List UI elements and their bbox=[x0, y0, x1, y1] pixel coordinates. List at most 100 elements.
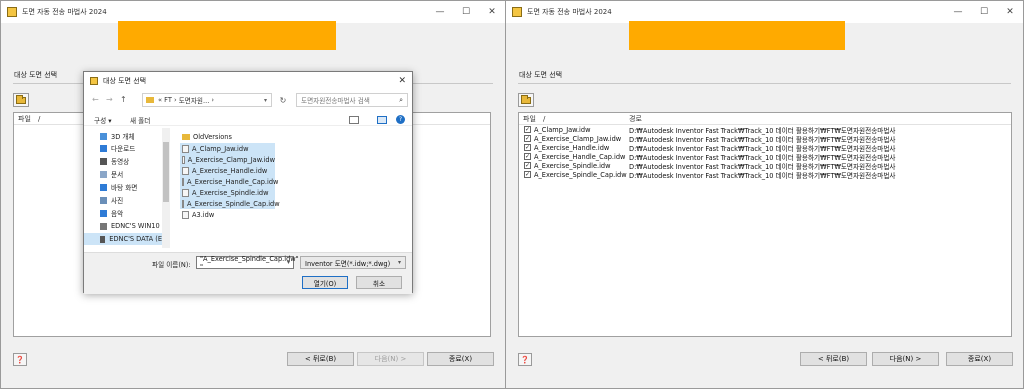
breadcrumb-folder[interactable]: 도면자원... bbox=[179, 95, 210, 105]
file-item[interactable]: A3.idw bbox=[180, 209, 214, 220]
idw-file-icon bbox=[182, 155, 185, 164]
nav-item-drive-e[interactable]: EDNC'S DATA (E bbox=[84, 233, 162, 245]
file-item[interactable]: A_Exercise_Handle.idw bbox=[180, 165, 275, 176]
nav-item-downloads[interactable]: 다운로드 bbox=[100, 142, 135, 154]
row-file-name: A_Clamp_Jaw.idw bbox=[534, 125, 591, 134]
filetype-select[interactable]: Inventor 도면(*.idw;*.dwg) ▾ bbox=[300, 256, 406, 269]
search-input[interactable]: 도면자원전송마법사 검색 ⌕ bbox=[296, 93, 408, 107]
refresh-icon[interactable]: ↻ bbox=[276, 94, 290, 107]
file-name: A_Exercise_Spindle_Cap.idw bbox=[187, 199, 280, 208]
nav-item-label: 다운로드 bbox=[111, 145, 136, 153]
search-icon: ⌕ bbox=[399, 95, 403, 104]
nav-item-music[interactable]: 음악 bbox=[100, 207, 123, 219]
breadcrumb-sep: › bbox=[173, 96, 177, 104]
back-button[interactable]: < 뒤로(B) bbox=[287, 352, 354, 366]
idw-file-icon bbox=[182, 144, 189, 153]
up-arrow-icon[interactable]: ↑ bbox=[120, 95, 127, 104]
filename-input[interactable]: "A_Exercise_Spindle_Cap.idw" " ▾ bbox=[196, 255, 299, 271]
section-label: 대상 도면 선택 bbox=[519, 71, 563, 79]
nav-item-label: 음악 bbox=[111, 210, 124, 218]
window-title: 도면 자동 전송 마법사 2024 bbox=[527, 8, 612, 16]
new-folder-button[interactable]: 새 폴더 bbox=[130, 115, 150, 125]
nav-item-label: 동영상 bbox=[111, 158, 130, 166]
close-icon[interactable]: ✕ bbox=[479, 1, 505, 23]
title-bar: 도면 자동 전송 마법사 2024 — ☐ ✕ bbox=[1, 1, 505, 23]
nav-item-documents[interactable]: 문서 bbox=[100, 168, 123, 180]
next-button[interactable]: 다음(N) > bbox=[872, 352, 939, 366]
scrollbar-thumb[interactable] bbox=[163, 142, 169, 202]
open-files-button[interactable] bbox=[518, 93, 534, 107]
help-button[interactable]: ❓ bbox=[518, 353, 532, 366]
file-name: A_Exercise_Spindle.idw bbox=[192, 188, 269, 197]
drive-icon bbox=[100, 235, 106, 243]
cancel-button[interactable]: 취소 bbox=[356, 276, 402, 289]
chevron-down-icon[interactable]: ▾ bbox=[287, 259, 290, 266]
document-icon bbox=[100, 170, 107, 178]
file-item[interactable]: A_Exercise_Spindle.idw bbox=[180, 187, 275, 198]
row-file-name: A_Exercise_Handle_Cap.idw bbox=[534, 152, 626, 161]
column-path[interactable]: 경로 bbox=[629, 114, 642, 124]
nav-item-pictures[interactable]: 사진 bbox=[100, 194, 123, 206]
wizard-window-right: 도면 자동 전송 마법사 2024 — ☐ ✕ 대상 도면 선택 파일 / 경로… bbox=[505, 0, 1024, 389]
idw-file-icon bbox=[182, 166, 189, 175]
desktop-icon bbox=[100, 183, 107, 191]
file-name: OldVersions bbox=[193, 132, 232, 141]
file-item[interactable]: A_Exercise_Clamp_Jaw.idw bbox=[180, 154, 275, 165]
file-item[interactable]: A_Clamp_Jaw.idw bbox=[180, 143, 275, 154]
nav-item-label: 사진 bbox=[111, 197, 124, 205]
close-button[interactable]: 종료(X) bbox=[427, 352, 494, 366]
header-banner bbox=[118, 21, 336, 50]
file-item[interactable]: A_Exercise_Spindle_Cap.idw bbox=[180, 198, 280, 209]
filename-value: "A_Exercise_Spindle_Cap.idw" " bbox=[200, 254, 299, 271]
nav-item-videos[interactable]: 동영상 bbox=[100, 155, 129, 167]
drive-icon bbox=[100, 222, 107, 230]
file-item[interactable]: A_Exercise_Handle_Cap.idw bbox=[180, 176, 278, 187]
nav-item-desktop[interactable]: 바탕 화면 bbox=[100, 181, 137, 193]
chevron-down-icon: ▾ bbox=[397, 259, 401, 266]
back-arrow-icon[interactable]: ← bbox=[92, 95, 99, 104]
close-button[interactable]: 종료(X) bbox=[946, 352, 1013, 366]
window-title: 도면 자동 전송 마법사 2024 bbox=[22, 8, 107, 16]
back-button[interactable]: < 뒤로(B) bbox=[800, 352, 867, 366]
dialog-close-icon[interactable]: ✕ bbox=[398, 76, 406, 86]
breadcrumb-sep: › bbox=[211, 96, 215, 104]
help-button[interactable]: ❓ bbox=[13, 353, 27, 366]
view-options-icon[interactable] bbox=[349, 116, 359, 124]
file-item[interactable]: OldVersions bbox=[180, 131, 232, 142]
nav-scrollbar[interactable] bbox=[162, 128, 170, 248]
close-icon[interactable]: ✕ bbox=[997, 1, 1023, 23]
row-checkbox[interactable]: ✓ bbox=[524, 162, 531, 169]
idw-file-icon bbox=[182, 177, 184, 186]
chevron-down-icon[interactable]: ▾ bbox=[264, 97, 267, 104]
table-row[interactable]: ✓ A_Exercise_Spindle_Cap.idw D:₩Autodesk I… bbox=[519, 170, 1011, 180]
maximize-icon[interactable]: ☐ bbox=[971, 1, 997, 23]
open-button[interactable]: 열기(O) bbox=[302, 276, 348, 289]
forward-arrow-icon[interactable]: → bbox=[106, 95, 113, 104]
filetype-value: Inventor 도면(*.idw;*.dwg) bbox=[305, 259, 391, 268]
help-icon: ❓ bbox=[15, 355, 25, 364]
download-icon bbox=[100, 144, 107, 152]
breadcrumb-ft[interactable]: FT bbox=[164, 96, 172, 104]
row-checkbox[interactable]: ✓ bbox=[524, 135, 531, 142]
drawing-list[interactable]: 파일 / 경로 ✓ A_Clamp_Jaw.idw D:₩Autodesk Inve… bbox=[518, 112, 1012, 337]
column-file[interactable]: 파일 bbox=[523, 114, 536, 124]
help-icon[interactable]: ? bbox=[396, 115, 405, 124]
column-file[interactable]: 파일 bbox=[18, 114, 31, 124]
row-checkbox[interactable]: ✓ bbox=[524, 153, 531, 160]
row-checkbox[interactable]: ✓ bbox=[524, 144, 531, 151]
minimize-icon[interactable]: — bbox=[427, 1, 453, 23]
maximize-icon[interactable]: ☐ bbox=[453, 1, 479, 23]
row-checkbox[interactable]: ✓ bbox=[524, 171, 531, 178]
breadcrumb-overflow[interactable]: « bbox=[158, 96, 162, 104]
address-bar[interactable]: « FT › 도면자원... › ▾ bbox=[142, 93, 272, 107]
row-checkbox[interactable]: ✓ bbox=[524, 126, 531, 133]
open-files-button[interactable] bbox=[13, 93, 29, 107]
minimize-icon[interactable]: — bbox=[945, 1, 971, 23]
section-label: 대상 도면 선택 bbox=[14, 71, 58, 79]
folder-open-icon bbox=[16, 94, 26, 104]
preview-pane-icon[interactable] bbox=[377, 116, 387, 124]
next-button[interactable]: 다음(N) > bbox=[357, 352, 424, 366]
nav-item-3d-objects[interactable]: 3D 개체 bbox=[100, 130, 135, 142]
organize-menu[interactable]: 구성 ▾ bbox=[94, 115, 112, 125]
nav-item-drive-c[interactable]: EDNC'S WIN10 ( bbox=[100, 220, 164, 232]
